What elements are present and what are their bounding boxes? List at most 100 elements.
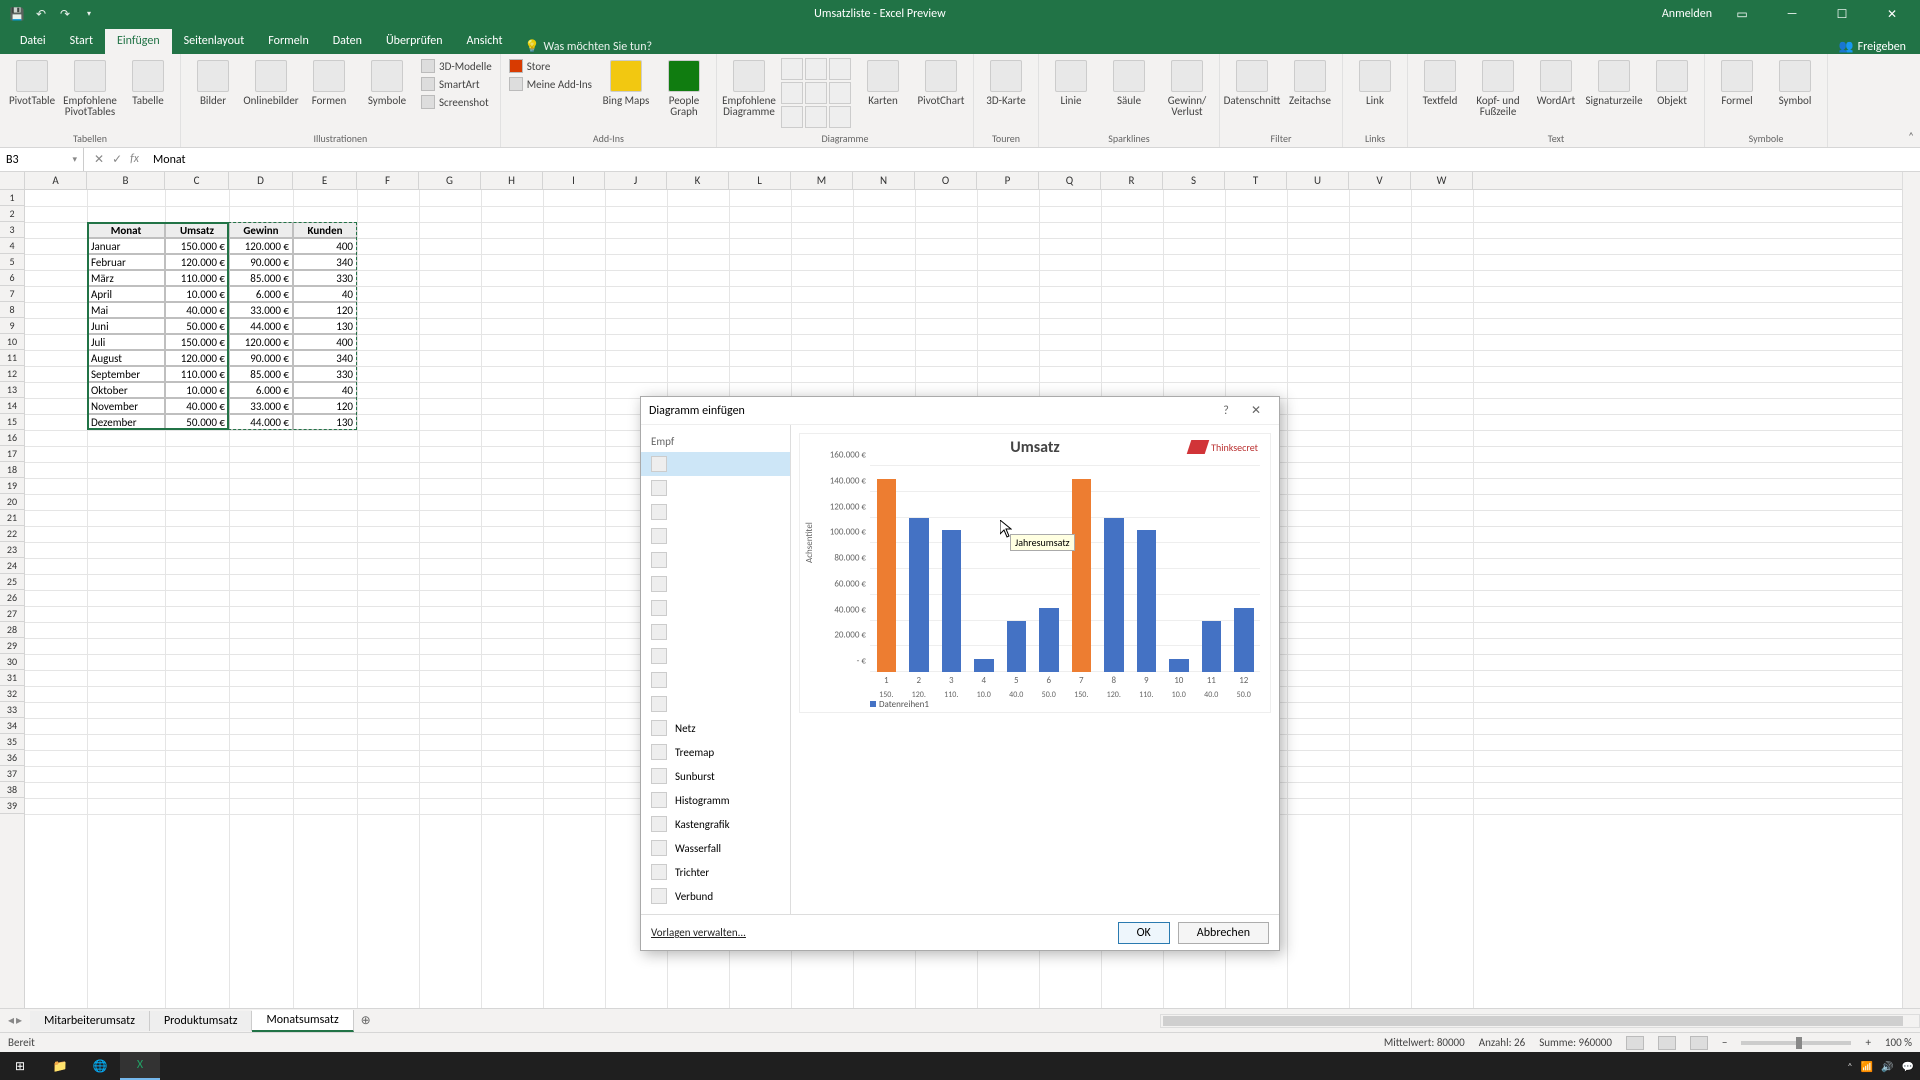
ribbon-options-icon[interactable]: ▭	[1722, 7, 1762, 22]
row-header[interactable]: 2	[0, 206, 24, 222]
row-header[interactable]: 27	[0, 606, 24, 622]
recommended-pivot-button[interactable]: Empfohlene PivotTables	[64, 58, 116, 117]
row-header[interactable]: 22	[0, 526, 24, 542]
manage-templates-link[interactable]: Vorlagen verwalten...	[651, 926, 746, 939]
col-header[interactable]: D	[229, 172, 293, 189]
pivottable-button[interactable]: PivotTable	[6, 58, 58, 106]
pivotchart-button[interactable]: PivotChart	[915, 58, 967, 106]
icons-button[interactable]: Symbole	[361, 58, 413, 106]
col-header[interactable]: F	[357, 172, 419, 189]
chart-bar[interactable]	[1039, 608, 1059, 672]
chart-type-area[interactable]	[641, 596, 790, 620]
horizontal-scrollbar[interactable]	[1160, 1014, 1920, 1028]
table-cell[interactable]: 44.000 €	[229, 318, 293, 334]
table-cell[interactable]: 90.000 €	[229, 254, 293, 270]
row-header[interactable]: 25	[0, 574, 24, 590]
chart-type-item[interactable]: Wasserfall	[641, 836, 790, 860]
view-pagebreak-icon[interactable]	[1690, 1036, 1708, 1050]
row-header[interactable]: 20	[0, 494, 24, 510]
row-header[interactable]: 15	[0, 414, 24, 430]
screenshot-button[interactable]: Screenshot	[419, 94, 494, 110]
row-headers[interactable]: 1234567891011121314151617181920212223242…	[0, 190, 25, 1008]
row-header[interactable]: 18	[0, 462, 24, 478]
chart-area-icon[interactable]	[805, 82, 827, 104]
row-header[interactable]: 1	[0, 190, 24, 206]
undo-icon[interactable]: ↶	[32, 5, 50, 23]
sparkline-line-button[interactable]: Linie	[1045, 58, 1097, 106]
chart-bar[interactable]	[1104, 518, 1124, 673]
table-cell[interactable]: 120.000 €	[229, 238, 293, 254]
chart-type-line[interactable]	[641, 524, 790, 548]
col-header[interactable]: I	[543, 172, 605, 189]
row-header[interactable]: 31	[0, 670, 24, 686]
taskbar-excel-icon[interactable]: X	[120, 1052, 160, 1080]
sparkline-winloss-button[interactable]: Gewinn/ Verlust	[1161, 58, 1213, 117]
header-footer-button[interactable]: Kopf- und Fußzeile	[1472, 58, 1524, 117]
row-header[interactable]: 28	[0, 622, 24, 638]
name-box[interactable]: B3▾	[0, 148, 84, 171]
table-header-cell[interactable]: Umsatz	[165, 222, 229, 238]
table-cell[interactable]: 10.000 €	[165, 382, 229, 398]
table-cell[interactable]: 40	[293, 382, 357, 398]
redo-icon[interactable]: ↷	[56, 5, 74, 23]
my-addins-button[interactable]: Meine Add-Ins	[507, 76, 594, 92]
row-header[interactable]: 7	[0, 286, 24, 302]
tray-volume-icon[interactable]: 🔊	[1881, 1060, 1893, 1073]
row-header[interactable]: 6	[0, 270, 24, 286]
col-header[interactable]: K	[667, 172, 729, 189]
3dmodels-button[interactable]: 3D-Modelle	[419, 58, 494, 74]
column-headers[interactable]: ABCDEFGHIJKLMNOPQRSTUVW	[25, 172, 1902, 190]
shapes-button[interactable]: Formen	[303, 58, 355, 106]
chart-bar[interactable]	[1234, 608, 1254, 672]
sheet-tab-1[interactable]: Mitarbeiterumsatz	[30, 1011, 150, 1031]
chart-bar[interactable]	[1169, 659, 1189, 672]
textbox-button[interactable]: Textfeld	[1414, 58, 1466, 106]
tab-file[interactable]: Datei	[8, 29, 58, 54]
row-header[interactable]: 13	[0, 382, 24, 398]
row-header[interactable]: 29	[0, 638, 24, 654]
table-cell[interactable]: 400	[293, 238, 357, 254]
worksheet-grid[interactable]: ABCDEFGHIJKLMNOPQRSTUVW 1234567891011121…	[0, 172, 1920, 1008]
smartart-button[interactable]: SmartArt	[419, 76, 494, 92]
table-cell[interactable]: 130	[293, 414, 357, 430]
row-header[interactable]: 23	[0, 542, 24, 558]
chart-type-column[interactable]	[641, 500, 790, 524]
zoom-in-icon[interactable]: +	[1865, 1036, 1870, 1049]
tab-formulas[interactable]: Formeln	[256, 29, 320, 54]
chart-type-bar[interactable]	[641, 572, 790, 596]
table-cell[interactable]: 40	[293, 286, 357, 302]
col-header[interactable]: B	[87, 172, 165, 189]
row-header[interactable]: 4	[0, 238, 24, 254]
vertical-scrollbar[interactable]	[1902, 172, 1920, 1008]
table-header-cell[interactable]: Gewinn	[229, 222, 293, 238]
table-cell[interactable]: 85.000 €	[229, 270, 293, 286]
table-cell[interactable]: 330	[293, 270, 357, 286]
chart-type-xy[interactable]	[641, 620, 790, 644]
table-cell[interactable]: 33.000 €	[229, 398, 293, 414]
tab-layout[interactable]: Seitenlayout	[172, 29, 257, 54]
chart-bar-icon[interactable]	[781, 82, 803, 104]
dialog-help-icon[interactable]: ?	[1211, 404, 1241, 418]
chart-bar[interactable]	[877, 479, 897, 672]
table-cell[interactable]: Oktober	[87, 382, 165, 398]
tray-chevron-icon[interactable]: ˄	[1847, 1060, 1852, 1073]
signin-link[interactable]: Anmelden	[1662, 7, 1712, 21]
row-header[interactable]: 38	[0, 782, 24, 798]
row-header[interactable]: 35	[0, 734, 24, 750]
tab-view[interactable]: Ansicht	[455, 29, 515, 54]
share-button[interactable]: 👥 Freigeben	[1839, 39, 1920, 54]
table-header-cell[interactable]: Monat	[87, 222, 165, 238]
chart-type-item[interactable]: Verbund	[641, 884, 790, 908]
dialog-close-icon[interactable]: ✕	[1241, 403, 1271, 418]
table-cell[interactable]: Juni	[87, 318, 165, 334]
row-header[interactable]: 34	[0, 718, 24, 734]
signature-button[interactable]: Signaturzeile	[1588, 58, 1640, 106]
people-graph-button[interactable]: People Graph	[658, 58, 710, 117]
chart-col-icon[interactable]	[781, 58, 803, 80]
close-icon[interactable]: ✕	[1872, 7, 1912, 22]
zoom-out-icon[interactable]: −	[1722, 1036, 1727, 1049]
table-cell[interactable]: 110.000 €	[165, 270, 229, 286]
col-header[interactable]: H	[481, 172, 543, 189]
dialog-tab-recommended[interactable]: Empf	[641, 431, 790, 452]
bing-maps-button[interactable]: Bing Maps	[600, 58, 652, 106]
